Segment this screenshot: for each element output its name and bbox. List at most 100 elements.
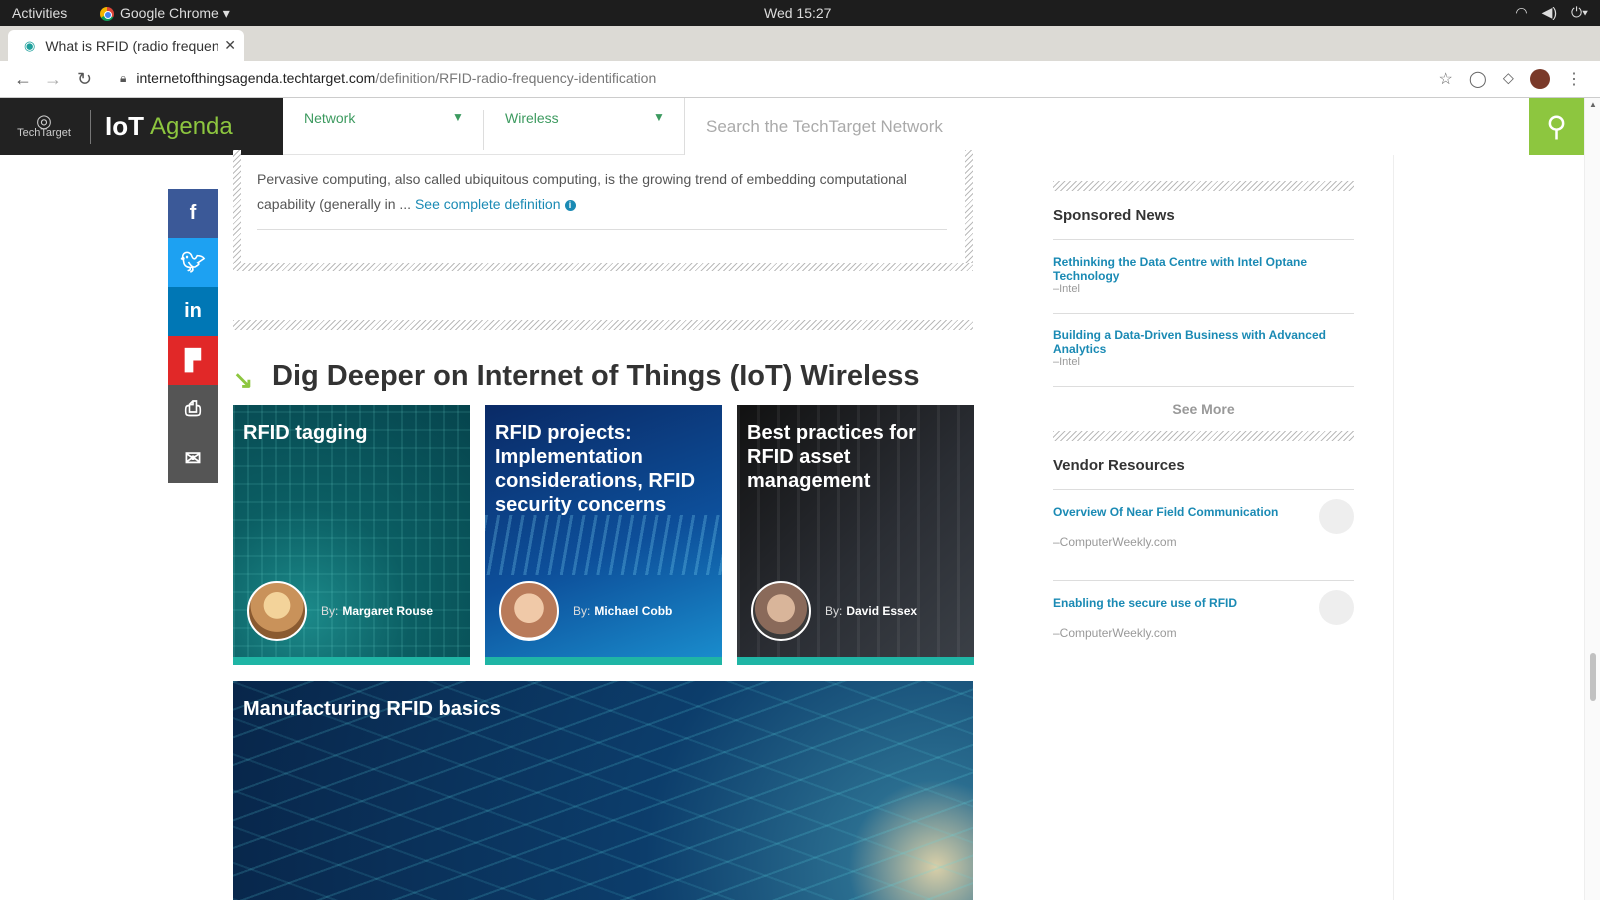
by-label: By: [825,604,843,618]
search-icon: ⚲ [1546,111,1567,142]
hatch-border [233,150,241,271]
vendor-link[interactable]: Overview Of Near Field Communication [1053,505,1278,519]
definition-text: Pervasive computing, also called ubiquit… [257,167,937,217]
dig-deeper-heading: Dig Deeper on Internet of Things (IoT) W… [272,360,920,392]
tab-title: What is RFID (radio frequency identifica… [45,37,219,54]
app-name: Google Chrome ▾ [120,5,230,21]
clock[interactable]: Wed 15:27 [764,5,831,21]
page-scrollbar[interactable]: ▲ [1584,98,1600,900]
vendor-item: Enabling the secure use of RFID –Compute… [1053,590,1354,650]
power-icon: ⏻▾ [1571,4,1588,20]
facebook-icon[interactable]: f [168,189,218,238]
lock-icon: 🔒︎ [120,70,127,85]
divider [1053,580,1354,581]
vendor-source: –ComputerWeekly.com [1053,535,1177,549]
card-title[interactable]: RFID tagging [243,421,460,445]
agenda-wordmark: Agenda [150,112,233,140]
author-name: Margaret Rouse [342,604,434,618]
sponsored-item: Rethinking the Data Centre with Intel Op… [1053,255,1354,295]
close-tab-icon[interactable]: ✕ [224,37,236,54]
arrow-down-right-icon: ↘ [233,367,254,394]
search-button[interactable]: ⚲ [1529,98,1584,155]
info-icon[interactable]: i [564,200,576,211]
profile-avatar[interactable] [1530,69,1550,89]
article-card[interactable]: Best practices for RFID asset management… [737,405,974,665]
feature-banner-card[interactable]: Manufacturing RFID basics [233,681,973,900]
divider [257,229,947,230]
vendor-item: Overview Of Near Field Communication –Co… [1053,499,1354,559]
author-avatar [499,581,559,641]
extension-circle-icon[interactable]: ◯ [1469,69,1487,89]
vendor-thumbnail [1319,499,1354,534]
card-title[interactable]: RFID projects: Implementation considerat… [495,421,712,517]
eye-logo-icon: ◎ [36,110,52,131]
definition-snippet: Pervasive computing, also called ubiquit… [257,171,907,212]
network-dropdown[interactable]: Network ▼ [304,98,484,155]
url-path: /definition/RFID-radio-frequency-identif… [375,70,657,86]
nav-divider [483,110,484,150]
reload-icon[interactable]: ↻ [77,69,92,90]
logo-divider [90,109,91,144]
card-author: By: David Essex [751,581,917,641]
scroll-up-arrow-icon[interactable]: ▲ [1589,100,1597,109]
article-card[interactable]: RFID projects: Implementation considerat… [485,405,722,665]
divider [1053,239,1354,240]
forward-icon[interactable]: → [44,69,62,90]
print-icon[interactable]: ⎙ [168,385,218,434]
sponsored-source: –Intel [1053,283,1080,295]
chrome-icon [100,6,114,21]
wireless-dropdown[interactable]: Wireless ▼ [505,98,685,155]
chevron-down-icon: ▼ [653,110,665,124]
menu-kebab-icon[interactable]: ⋮ [1566,69,1582,89]
toolbar-actions: ☆ ◯ ⬦ ⋮ [1439,69,1582,89]
hatch-border [233,263,973,271]
card-accent-stripe [485,657,722,665]
sponsored-source: –Intel [1053,356,1080,368]
browser-toolbar: ← → ↻ 🔒︎ internetofthingsagenda.techtarg… [0,61,1600,98]
location-pin-icon[interactable]: ⬦ [1503,70,1514,88]
volume-icon: ◀) [1541,4,1558,20]
activities-button[interactable]: Activities [12,5,67,21]
hatch-border [965,150,973,271]
divider [1053,313,1354,314]
card-title[interactable]: Best practices for RFID asset management [747,421,964,493]
wifi-icon: ◠ [1515,4,1528,20]
author-avatar [751,581,811,641]
card-accent-stripe [737,657,974,665]
linkedin-icon[interactable]: in [168,287,218,336]
address-bar[interactable]: 🔒︎ internetofthingsagenda.techtarget.com… [120,70,656,86]
vendor-link[interactable]: Enabling the secure use of RFID [1053,596,1237,610]
by-label: By: [573,604,591,618]
card-author: By: Michael Cobb [499,581,672,641]
sponsored-link[interactable]: Building a Data-Driven Business with Adv… [1053,328,1354,356]
banner-title[interactable]: Manufacturing RFID basics [243,698,501,721]
by-label: By: [321,604,339,618]
see-complete-definition-link[interactable]: See complete definition [415,196,561,212]
divider [1053,386,1354,387]
sidebar-separator [1053,181,1354,191]
site-search-input[interactable] [684,98,1529,155]
iot-wordmark: IoT [105,111,144,141]
twitter-icon[interactable]: 🐦︎ [168,238,218,287]
article-card[interactable]: RFID tagging By: Margaret Rouse [233,405,470,665]
see-more-link[interactable]: See More [1053,401,1354,417]
sponsored-link[interactable]: Rethinking the Data Centre with Intel Op… [1053,255,1354,283]
flipboard-icon[interactable]: ▛ [168,336,218,385]
card-author: By: Margaret Rouse [247,581,433,641]
author-name: David Essex [846,604,918,618]
vendor-resources-heading: Vendor Resources [1053,457,1185,474]
app-menu[interactable]: Google Chrome ▾ [100,5,230,22]
scrollbar-thumb[interactable] [1590,653,1596,701]
author-avatar [247,581,307,641]
browser-tab[interactable]: ◉ What is RFID (radio frequency identifi… [8,30,244,61]
email-icon[interactable]: ✉ [168,434,218,483]
bookmark-star-icon[interactable]: ☆ [1439,69,1453,89]
vendor-source: –ComputerWeekly.com [1053,626,1177,640]
system-tray[interactable]: ◠ ◀) ⏻▾ [1515,4,1588,21]
sponsored-item: Building a Data-Driven Business with Adv… [1053,328,1354,368]
sidebar-separator [1053,431,1354,441]
tab-strip: ◉ What is RFID (radio frequency identifi… [0,26,1600,78]
back-icon[interactable]: ← [14,69,32,90]
site-logo[interactable]: ◎ TechTarget IoT Agenda [0,98,283,155]
share-bar: f 🐦︎ in ▛ ⎙ ✉ [168,189,218,483]
